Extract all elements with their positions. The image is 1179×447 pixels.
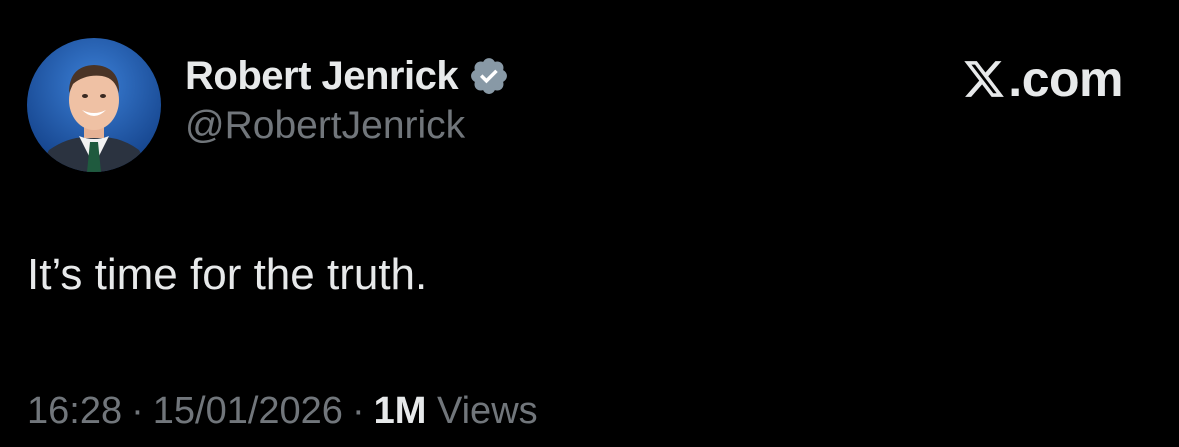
tweet-text: It’s time for the truth. xyxy=(27,250,428,299)
views-label: Views xyxy=(436,390,538,432)
avatar[interactable] xyxy=(27,38,161,172)
meta-separator: · xyxy=(131,390,144,432)
tweet-card: Robert Jenrick @RobertJenrick .com It’s … xyxy=(0,0,1179,447)
author-identity: Robert Jenrick @RobertJenrick xyxy=(185,50,510,148)
meta-separator: · xyxy=(351,390,365,432)
avatar-photo xyxy=(27,38,161,172)
x-logo-icon xyxy=(962,57,1006,101)
tweet-date[interactable]: 15/01/2026 xyxy=(153,390,343,432)
tweet-time[interactable]: 16:28 xyxy=(27,390,122,432)
display-name[interactable]: Robert Jenrick xyxy=(185,54,459,99)
brand-domain: .com xyxy=(1008,51,1123,107)
name-row: Robert Jenrick xyxy=(185,50,510,102)
verified-badge-icon[interactable] xyxy=(468,55,510,97)
tweet-meta: 16:28 · 15/01/2026 · 1M Views xyxy=(27,390,538,433)
author-handle[interactable]: @RobertJenrick xyxy=(185,104,510,148)
brand-logo: .com xyxy=(962,50,1123,108)
views-count[interactable]: 1M xyxy=(374,390,427,432)
